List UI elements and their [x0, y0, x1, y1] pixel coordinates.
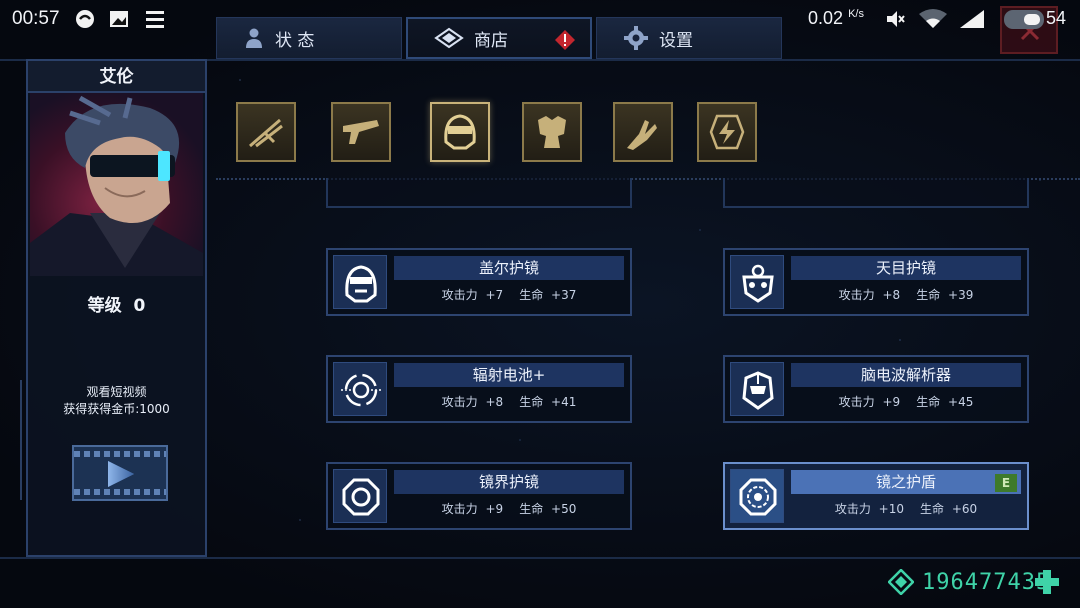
- clock: 00:57: [12, 8, 60, 29]
- add-currency-icon[interactable]: [1034, 569, 1060, 595]
- character-portrait: [30, 93, 203, 276]
- panel-edge-decor: [20, 380, 28, 500]
- level-display: 等级 0: [87, 296, 146, 316]
- item-card-equipped[interactable]: 镜之护盾 E 攻击力 +10 生命 +60: [723, 462, 1029, 530]
- menu-notify-icon: [146, 11, 164, 28]
- item-name: 辐射电池+: [394, 363, 624, 387]
- alert-icon: [555, 30, 575, 50]
- item-stats: 攻击力 +10 生命 +60: [834, 502, 978, 516]
- item-name: 镜之护盾: [791, 470, 1021, 494]
- list-item-partial[interactable]: [326, 178, 632, 208]
- tab-label: 状 态: [275, 30, 315, 51]
- item-stats: 攻击力 +7 生命 +37: [441, 288, 577, 302]
- divider: [0, 557, 1080, 559]
- item-card[interactable]: 辐射电池+ 攻击力 +8 生命 +41: [326, 355, 632, 423]
- item-icon-frame: [333, 255, 387, 309]
- tab-label: 设置: [659, 30, 693, 51]
- item-icon-frame: [333, 469, 387, 523]
- wifi-icon: [919, 9, 947, 28]
- network-speed: 0.02 K/s: [808, 8, 864, 28]
- item-icon-frame: [730, 469, 784, 523]
- item-name: 盖尔护镜: [394, 256, 624, 280]
- gun-icon: [343, 120, 379, 144]
- item-icon-frame: [333, 362, 387, 416]
- category-armor[interactable]: [522, 102, 582, 162]
- tab-settings[interactable]: 设置: [596, 17, 782, 59]
- signal-icon: [960, 10, 984, 28]
- character-name: 艾伦: [28, 61, 205, 93]
- claw-icon: [627, 120, 657, 150]
- helmet-icon: [444, 114, 476, 150]
- shield-lens-icon: [739, 478, 777, 516]
- tab-label: 商店: [474, 30, 508, 51]
- character-panel: 艾伦 等级 0 观看短视频 获得获得金币:1000: [26, 59, 207, 557]
- equipped-badge: E: [995, 474, 1017, 492]
- item-icon-frame: [730, 362, 784, 416]
- currency-value: 196477435: [922, 569, 1051, 595]
- category-weapon-blade[interactable]: [236, 102, 296, 162]
- category-helmet[interactable]: [430, 102, 490, 162]
- item-stats: 攻击力 +9 生命 +45: [838, 395, 974, 409]
- mask-icon: [742, 264, 774, 303]
- mute-icon: [887, 11, 905, 27]
- helmet-icon: [345, 265, 377, 303]
- currency-display: 196477435: [888, 566, 1050, 598]
- tab-shop[interactable]: 商店: [406, 17, 592, 59]
- energy-icon: [709, 114, 745, 150]
- diamond-icon: [434, 27, 464, 49]
- category-weapon-gun[interactable]: [331, 102, 391, 162]
- item-stats: 攻击力 +8 生命 +41: [441, 395, 577, 409]
- item-card[interactable]: 盖尔护镜 攻击力 +7 生命 +37: [326, 248, 632, 316]
- image-notify-icon: [110, 11, 128, 27]
- list-item-partial[interactable]: [723, 178, 1029, 208]
- play-icon: [108, 461, 134, 487]
- category-gauntlet[interactable]: [613, 102, 673, 162]
- video-reward-amount: 获得获得金币:1000: [63, 402, 170, 416]
- category-energy[interactable]: [697, 102, 757, 162]
- item-card[interactable]: 天目护镜 攻击力 +8 生命 +39: [723, 248, 1029, 316]
- robot-head-icon: [742, 371, 774, 410]
- portrait-image: [30, 95, 203, 276]
- octagon-icon: [342, 478, 380, 516]
- item-icon-frame: [730, 255, 784, 309]
- watch-video-button[interactable]: [72, 445, 168, 501]
- gear-icon: [624, 26, 648, 50]
- item-name: 镜界护镜: [394, 470, 624, 494]
- video-reward-title: 观看短视频: [86, 385, 147, 399]
- item-stats: 攻击力 +9 生命 +50: [441, 502, 577, 516]
- battery-icon: [1004, 10, 1044, 29]
- battery-level: 54: [1046, 8, 1067, 28]
- sword-icon: [249, 118, 283, 148]
- target-icon: [341, 373, 381, 407]
- item-card[interactable]: 镜界护镜 攻击力 +9 生命 +50: [326, 462, 632, 530]
- armor-icon: [538, 116, 566, 148]
- gem-icon: [888, 569, 914, 595]
- app-notify-icon: [76, 10, 94, 28]
- item-name: 脑电波解析器: [791, 363, 1021, 387]
- tab-status[interactable]: 状 态: [216, 17, 402, 59]
- person-icon: [246, 28, 262, 48]
- item-stats: 攻击力 +8 生命 +39: [838, 288, 974, 302]
- item-card[interactable]: 脑电波解析器 攻击力 +9 生命 +45: [723, 355, 1029, 423]
- item-name: 天目护镜: [791, 256, 1021, 280]
